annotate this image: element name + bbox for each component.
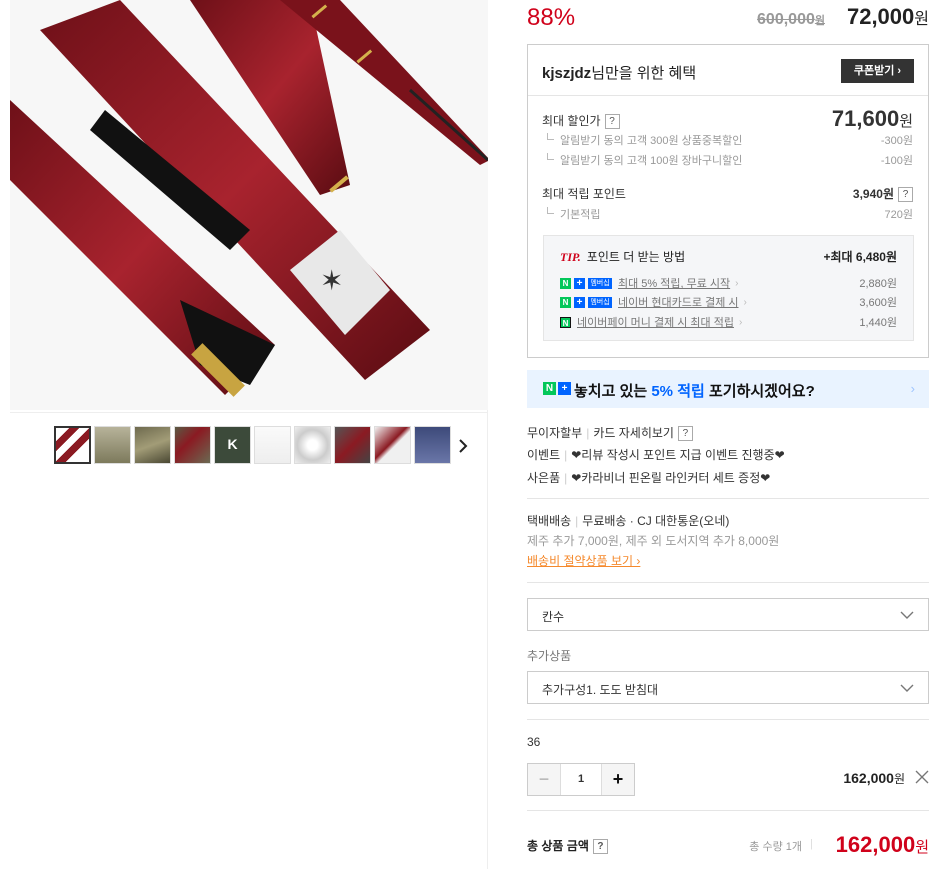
increase-button[interactable]: + [601,764,634,795]
chevron-right-icon: › [735,277,739,289]
fishing-rod-image: ✶ [10,0,488,410]
shipping-row: 택배배송 | 무료배송 · CJ 대한통운(오네) [527,514,730,528]
option-select-extra[interactable]: 추가구성1. 도도 받침대 [527,671,929,704]
coupon-button[interactable]: 쿠폰받기 › [841,59,914,83]
thumbnail-7[interactable] [294,426,331,464]
plus-icon: + [574,296,585,308]
chevron-down-icon [900,611,914,619]
tip-row[interactable]: N + 멤버십 네이버 현대카드로 결제 시 › 3,600원 [560,294,897,310]
divider [527,498,929,499]
shipping-saving-link[interactable]: 배송비 절약상품 보기 › [527,552,640,569]
thumbnail-3[interactable] [134,426,171,464]
event-text: ❤리뷰 작성시 포인트 지급 이벤트 진행중❤ [571,448,785,462]
product-main-image[interactable]: ✶ [10,0,488,410]
gift-label: 사은품 [527,471,561,485]
chevron-right-icon: › [910,381,915,396]
chevron-right-icon[interactable] [455,434,471,458]
help-icon[interactable]: ? [592,839,608,855]
svg-text:✶: ✶ [320,266,343,297]
thumbnail-5[interactable]: K [214,426,251,464]
option-select-size[interactable]: 칸수 [527,598,929,631]
total-label: 총 상품 금액? [527,837,608,855]
event-row: 이벤트 | ❤리뷰 작성시 포인트 지급 이벤트 진행중❤ [527,448,785,462]
sale-price: 72,000원 [846,4,929,29]
chevron-down-icon [900,684,914,692]
quantity-stepper: − 1 + [527,763,635,796]
gift-row: 사은품 | ❤카라비너 핀온릴 라인커터 세트 증정❤ [527,471,771,485]
selected-line-price: 162,000원 [843,770,905,786]
thumbnail-6[interactable] [254,426,291,464]
help-icon[interactable]: ? [677,426,693,442]
price-bar: 88% 600,000원 72,000원 [527,4,929,32]
product-gallery: ✶ K [0,0,488,869]
benefit-title: kjszjdz님만을 위한 혜택 [542,65,697,82]
tip-title: TIP. 포인트 더 받는 방법 [560,250,686,264]
naver-membership-banner[interactable]: N + 놓치고 있는 5% 적립 포기하시겠어요? › [527,370,929,408]
plus-icon: + [574,277,585,289]
membership-badge: 멤버십 [588,296,612,308]
tip-row[interactable]: N 네이버페이 머니 결제 시 최대 적립 › 1,440원 [560,314,897,330]
max-discount-label: 최대 할인가 [542,114,601,128]
discount-rate: 88% [527,4,576,31]
total-separator: | [810,838,813,850]
close-icon[interactable] [915,770,929,784]
help-icon[interactable]: ? [898,187,913,203]
gift-text: ❤카라비너 핀온릴 라인커터 세트 증정❤ [571,471,771,485]
chevron-right-icon: › [738,316,743,328]
installment-label: 무이자할부 [527,426,583,440]
banner-message: 놓치고 있는 5% 적립 포기하시겠어요? [574,383,815,400]
shipping-extra: 제주 추가 7,000원, 제주 외 도서지역 추가 8,000원 [527,534,780,548]
installment-row: 무이자할부 | 카드 자세히보기? [527,424,693,442]
thumbnail-4[interactable] [174,426,211,464]
help-icon[interactable]: ? [604,114,620,130]
tip-row[interactable]: N + 멤버십 최대 5% 적립, 무료 시작 › 2,880원 [560,275,897,291]
card-detail-link[interactable]: 카드 자세히보기 [593,426,674,440]
point-tip-box: TIP. 포인트 더 받는 방법 +최대 6,480원 N + 멤버십 최대 5% 적립… [543,235,914,341]
original-price: 600,000원 [757,11,825,28]
thumbnail-8[interactable] [334,426,371,464]
thumbnail-1[interactable] [54,426,91,464]
divider [527,582,929,583]
selected-option-name: 36 [527,735,541,749]
benefit-box: kjszjdz님만을 위한 혜택 쿠폰받기 › 최대 할인가? 71,600원 … [527,44,929,358]
thumbnail-10[interactable] [414,426,451,464]
shipping-method: 택배배송 [527,514,572,528]
tip-max-points: +최대 6,480원 [823,250,898,264]
total-quantity: 총 수량 1개 [749,841,802,853]
extra-product-label: 추가상품 [527,649,572,663]
event-label: 이벤트 [527,448,561,462]
thumbnail-9[interactable] [374,426,411,464]
max-point-label: 최대 적립 포인트 [542,187,626,201]
membership-badge: 멤버십 [588,277,612,289]
thumbnail-2[interactable] [94,426,131,464]
naver-n-icon: N [560,277,571,289]
chevron-right-icon: › [743,296,747,308]
shipping-detail: 무료배송 · CJ 대한통운(오네) [582,514,730,528]
image-divider [10,412,488,413]
naverpay-icon: N [560,316,571,328]
max-discount-price: 71,600원 [831,106,913,131]
plus-icon: + [558,382,571,395]
quantity-input[interactable]: 1 [561,764,601,795]
max-point-value: 3,940원 [852,187,894,201]
divider [527,810,929,811]
divider [527,719,929,720]
thumbnail-strip: K [54,426,451,466]
benefit-header: kjszjdz님만을 위한 혜택 쿠폰받기 › [528,45,928,96]
naver-n-icon: N [560,296,571,308]
decrease-button[interactable]: − [528,764,561,795]
total-price: 162,000원 [835,832,929,857]
naver-n-icon: N [543,382,556,395]
